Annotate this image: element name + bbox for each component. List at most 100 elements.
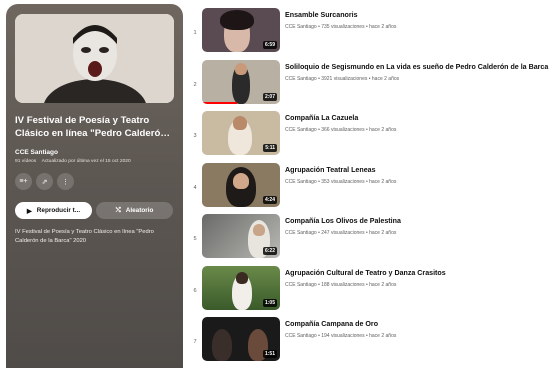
video-info: Soliloquio de Segismundo en La vida es s…	[285, 60, 553, 112]
video-meta: CCE Santiago • 366 visualizaciones • hac…	[285, 127, 397, 133]
video-views: 366 visualizaciones	[321, 127, 365, 133]
video-duration: 2:07	[262, 92, 277, 101]
video-list: 1 6:59 Ensamble Surcanoris CCE Santiago …	[188, 8, 553, 368]
video-duration: 1:51	[262, 350, 277, 358]
video-row[interactable]: 2 2:07 Soliloquio de Segismundo en La vi…	[188, 59, 553, 112]
video-info: Agrupación Teatral Leneas CCE Santiago •…	[285, 163, 553, 215]
thumbnail-figure	[236, 271, 248, 284]
video-channel[interactable]: CCE Santiago	[285, 333, 317, 339]
video-row[interactable]: 1 6:59 Ensamble Surcanoris CCE Santiago …	[188, 8, 553, 60]
playback-buttons: ▶ Reproducir t... ⤭ Aleatorio	[15, 202, 174, 219]
video-age: hace 2 años	[369, 127, 397, 133]
video-count: 91 vídeos	[15, 159, 37, 164]
video-meta: CCE Santiago • 188 visualizaciones • hac…	[285, 281, 397, 288]
video-info: Compañía Los Olivos de Palestina CCE San…	[285, 214, 553, 266]
video-meta: CCE Santiago • 735 visualizaciones • hac…	[285, 24, 397, 30]
video-index: 7	[193, 339, 197, 345]
video-row[interactable]: 3 5:11 Compañía La Cazuela CCE Santiago …	[188, 111, 553, 163]
video-info: Ensamble Surcanoris CCE Santiago • 735 v…	[285, 8, 553, 60]
video-thumbnail[interactable]: 6:22	[202, 214, 280, 258]
video-channel[interactable]: CCE Santiago	[285, 282, 317, 288]
video-channel[interactable]: CCE Santiago	[285, 24, 317, 30]
shuffle-icon: ⤭	[115, 206, 121, 214]
video-title[interactable]: Compañía Campana de Oro	[285, 320, 553, 329]
thumbnail-figure	[235, 62, 247, 75]
video-views: 353 visualizaciones	[321, 178, 365, 185]
video-duration: 1:05	[262, 298, 277, 307]
share-button[interactable]: ⇗	[36, 173, 53, 190]
video-row[interactable]: 4 4:24 Agrupación Teatral Leneas CCE San…	[188, 162, 553, 215]
video-views: 3921 visualizaciones	[321, 75, 368, 82]
thumbnail-figure	[233, 172, 249, 189]
more-options-icon: ⋮	[62, 178, 69, 186]
video-thumbnail[interactable]: 6:59	[202, 8, 280, 52]
video-meta: CCE Santiago • 3921 visualizaciones • ha…	[285, 75, 400, 82]
video-age: hace 2 años	[369, 281, 397, 288]
video-row[interactable]: 7 1:51 Compañía Campana de Oro CCE Santi…	[188, 317, 553, 368]
video-thumbnail[interactable]: 4:24	[202, 162, 280, 207]
more-options-button[interactable]: ⋮	[57, 173, 74, 190]
video-thumbnail[interactable]: 1:51	[202, 317, 280, 361]
playlist-owner[interactable]: CCE Santiago	[15, 149, 174, 156]
video-row[interactable]: 6 1:05 Agrupación Cultural de Teatro y D…	[188, 265, 553, 318]
video-index: 6	[193, 287, 197, 294]
thumbnail-figure	[212, 329, 232, 361]
video-age: hace 2 años	[369, 24, 397, 30]
video-channel[interactable]: CCE Santiago	[285, 127, 317, 133]
playlist-header-panel: IV Festival de Poesía y Teatro Clásico e…	[6, 4, 183, 368]
cover-image	[15, 14, 174, 103]
playlist-title: IV Festival de Poesía y Teatro Clásico e…	[15, 115, 167, 139]
add-to-library-icon: ≡+	[19, 178, 28, 185]
thumbnail-figure	[253, 224, 265, 236]
video-age: hace 2 años	[369, 230, 397, 236]
video-views: 247 visualizaciones	[321, 230, 365, 236]
playlist-meta: 91 vídeos Actualizado por última vez el …	[15, 159, 174, 164]
video-info: Compañía La Cazuela CCE Santiago • 366 v…	[285, 111, 553, 163]
video-info: Compañía Campana de Oro CCE Santiago • 1…	[285, 317, 553, 368]
video-index: 5	[193, 236, 197, 242]
playlist-description: IV Festival de Poesía y Teatro Clásico e…	[15, 229, 154, 244]
video-views: 735 visualizaciones	[321, 24, 365, 30]
video-thumbnail[interactable]: 1:05	[202, 265, 280, 310]
video-meta: CCE Santiago • 247 visualizaciones • hac…	[285, 230, 397, 236]
video-channel[interactable]: CCE Santiago	[285, 230, 317, 236]
last-updated: Actualizado por última vez el 15 oct 202…	[41, 159, 131, 164]
play-all-button[interactable]: ▶ Reproducir t...	[15, 202, 92, 219]
video-thumbnail[interactable]: 2:07	[202, 59, 280, 104]
video-title[interactable]: Compañía La Cazuela	[285, 114, 553, 123]
thumbnail-figure	[233, 116, 247, 130]
video-channel[interactable]: CCE Santiago	[285, 179, 317, 185]
video-thumbnail[interactable]: 5:11	[202, 111, 280, 155]
video-info: Agrupación Cultural de Teatro y Danza Cr…	[285, 266, 553, 318]
video-age: hace 2 años	[371, 75, 400, 82]
play-icon: ▶	[26, 207, 32, 215]
video-duration: 6:59	[262, 41, 277, 49]
video-title[interactable]: Compañía Los Olivos de Palestina	[285, 217, 553, 226]
play-all-label: Reproducir t...	[36, 207, 81, 214]
video-views: 188 visualizaciones	[321, 281, 365, 288]
video-index: 3	[193, 133, 197, 139]
video-duration: 5:11	[263, 144, 277, 152]
video-row[interactable]: 5 6:22 Compañía Los Olivos de Palestina …	[188, 214, 553, 266]
shuffle-button[interactable]: ⤭ Aleatorio	[96, 202, 173, 219]
video-meta: CCE Santiago • 194 visualizaciones • hac…	[285, 333, 397, 339]
video-title[interactable]: Agrupación Cultural de Teatro y Danza Cr…	[285, 269, 553, 278]
watch-progress-bar	[202, 101, 238, 104]
video-age: hace 2 años	[369, 178, 397, 185]
video-title[interactable]: Ensamble Surcanoris	[285, 11, 553, 20]
video-views: 194 visualizaciones	[321, 333, 365, 339]
video-title[interactable]: Soliloquio de Segismundo en La vida es s…	[285, 63, 553, 72]
playlist-actions: ≡+ ⇗ ⋮	[15, 173, 174, 190]
video-index: 1	[193, 30, 197, 36]
shuffle-label: Aleatorio	[125, 207, 154, 214]
video-duration: 6:22	[262, 247, 277, 255]
video-duration: 4:24	[262, 195, 277, 204]
video-channel[interactable]: CCE Santiago	[285, 76, 317, 82]
video-age: hace 2 años	[369, 333, 397, 339]
video-meta: CCE Santiago • 353 visualizaciones • hac…	[285, 178, 397, 185]
add-to-library-button[interactable]: ≡+	[15, 173, 32, 190]
thumbnail-figure	[220, 10, 254, 30]
playlist-cover-thumbnail[interactable]	[15, 14, 174, 103]
video-index: 4	[193, 184, 197, 191]
video-title[interactable]: Agrupación Teatral Leneas	[285, 166, 553, 175]
